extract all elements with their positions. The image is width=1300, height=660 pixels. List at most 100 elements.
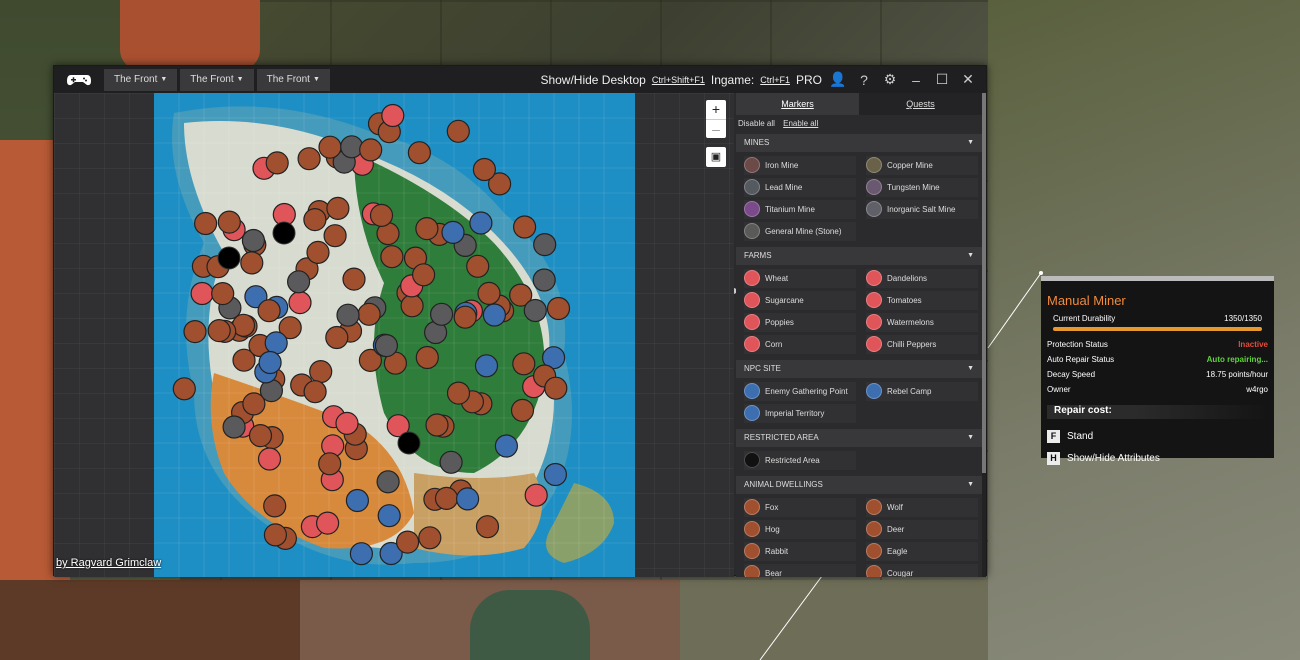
map-marker[interactable] (264, 331, 288, 355)
marker-toggle-item[interactable]: Watermelons (866, 313, 978, 332)
map-marker[interactable] (475, 515, 500, 539)
marker-toggle-item[interactable]: Imperial Territory (744, 404, 856, 423)
map-marker[interactable] (257, 299, 281, 323)
map-marker[interactable] (532, 268, 556, 292)
marker-toggle-item[interactable]: Restricted Area (744, 451, 856, 470)
marker-toggle-item[interactable]: General Mine (Stone) (744, 222, 856, 241)
map-marker[interactable] (369, 203, 394, 228)
panel-scrollbar[interactable] (982, 93, 986, 577)
marker-toggle-item[interactable]: Wolf (866, 498, 978, 517)
map-marker[interactable] (342, 267, 366, 291)
map-marker[interactable] (306, 240, 330, 264)
map-marker[interactable] (456, 487, 480, 511)
collapse-triangle-icon[interactable]: ▼ (967, 360, 974, 378)
map-marker[interactable] (263, 523, 288, 547)
map-dropdown-3[interactable]: The Front ▼ (256, 68, 330, 91)
tab-quests[interactable]: Quests (859, 93, 982, 115)
map-marker[interactable] (263, 494, 287, 518)
map-marker[interactable] (381, 103, 405, 128)
marker-toggle-item[interactable]: Fox (744, 498, 856, 517)
marker-toggle-item[interactable]: Rabbit (744, 542, 856, 561)
gear-icon[interactable]: ⚙ (880, 71, 900, 88)
marker-toggle-item[interactable]: Sugarcane (744, 291, 856, 310)
map-marker[interactable] (407, 141, 431, 165)
map-marker[interactable] (326, 196, 350, 221)
map-marker[interactable] (418, 526, 442, 550)
gamepad-icon[interactable] (66, 73, 92, 87)
map-marker[interactable] (265, 151, 289, 175)
map-marker[interactable] (241, 228, 266, 253)
map-marker[interactable] (415, 217, 439, 241)
category-header[interactable]: RESTRICTED AREA ▼ (736, 429, 982, 447)
marker-toggle-item[interactable]: Iron Mine (744, 156, 856, 175)
maximize-icon[interactable]: ☐ (932, 71, 952, 88)
map-marker[interactable] (211, 282, 235, 306)
map-marker[interactable] (288, 291, 312, 315)
map-marker[interactable] (222, 415, 246, 439)
map-marker[interactable] (430, 302, 454, 326)
map-marker[interactable] (477, 281, 501, 305)
marker-toggle-item[interactable]: Bear (744, 564, 856, 577)
marker-toggle-item[interactable]: Titanium Mine (744, 200, 856, 219)
map-marker[interactable] (446, 119, 470, 143)
map-marker[interactable] (340, 135, 364, 159)
category-header[interactable]: MINES ▼ (736, 134, 982, 152)
map-marker[interactable] (359, 138, 383, 162)
layers-icon[interactable]: ▣ (706, 147, 726, 167)
map-area[interactable]: + – ▣ by Ragvard Grimclaw (54, 93, 734, 577)
marker-toggle-item[interactable]: Eagle (866, 542, 978, 561)
zoom-out-button[interactable]: – (706, 119, 726, 138)
collapse-triangle-icon[interactable]: ▼ (967, 429, 974, 447)
map-marker[interactable] (193, 211, 218, 236)
map-marker[interactable] (466, 254, 490, 278)
map-marker[interactable] (374, 334, 398, 358)
map-marker[interactable] (512, 352, 536, 376)
map-marker[interactable] (544, 376, 568, 400)
map-marker[interactable] (316, 511, 340, 535)
marker-toggle-item[interactable]: Inorganic Salt Mine (866, 200, 978, 219)
map-marker[interactable] (441, 220, 465, 244)
restricted-area-marker[interactable] (217, 246, 241, 270)
marker-toggle-item[interactable]: Wheat (744, 269, 856, 288)
map-marker[interactable] (412, 263, 436, 287)
map-marker[interactable] (377, 504, 401, 528)
tab-markers[interactable]: Markers (736, 93, 859, 115)
marker-toggle-item[interactable]: Rebel Camp (866, 382, 978, 401)
map-marker[interactable] (172, 377, 196, 401)
marker-toggle-item[interactable]: Copper Mine (866, 156, 978, 175)
map-marker[interactable] (258, 350, 282, 375)
map-marker[interactable] (240, 251, 264, 275)
map-marker[interactable] (248, 424, 273, 448)
restricted-area-marker[interactable] (272, 221, 296, 245)
category-header[interactable]: FARMS ▼ (736, 247, 982, 265)
map-marker[interactable] (183, 320, 207, 344)
minimize-icon[interactable]: – (906, 72, 926, 88)
map-marker[interactable] (474, 354, 499, 378)
marker-toggle-item[interactable]: Tungsten Mine (866, 178, 978, 197)
marker-toggle-item[interactable]: Lead Mine (744, 178, 856, 197)
map-marker[interactable] (376, 470, 400, 494)
map-marker[interactable] (357, 302, 381, 326)
marker-toggle-item[interactable]: Poppies (744, 313, 856, 332)
zoom-in-button[interactable]: + (706, 100, 726, 119)
map-marker[interactable] (303, 207, 327, 232)
collapse-triangle-icon[interactable]: ▼ (967, 247, 974, 265)
map-marker[interactable] (336, 303, 360, 327)
map-dropdown-2[interactable]: The Front ▼ (180, 68, 254, 91)
close-icon[interactable]: ✕ (958, 71, 978, 88)
island-map[interactable] (154, 93, 635, 577)
map-marker[interactable] (523, 298, 547, 323)
map-marker[interactable] (318, 135, 342, 159)
map-credit-link[interactable]: by Ragvard Grimclaw (56, 557, 161, 569)
collapse-triangle-icon[interactable]: ▼ (967, 476, 974, 494)
marker-toggle-item[interactable]: Hog (744, 520, 856, 539)
map-marker[interactable] (380, 245, 404, 269)
category-header[interactable]: NPC SITE ▼ (736, 360, 982, 378)
map-marker[interactable] (400, 294, 424, 318)
marker-toggle-item[interactable]: Chilli Peppers (866, 335, 978, 354)
scrollbar-thumb[interactable] (982, 93, 986, 473)
map-marker[interactable] (309, 360, 333, 384)
marker-toggle-item[interactable]: Tomatoes (866, 291, 978, 310)
map-marker[interactable] (524, 483, 548, 507)
map-marker[interactable] (190, 281, 214, 306)
